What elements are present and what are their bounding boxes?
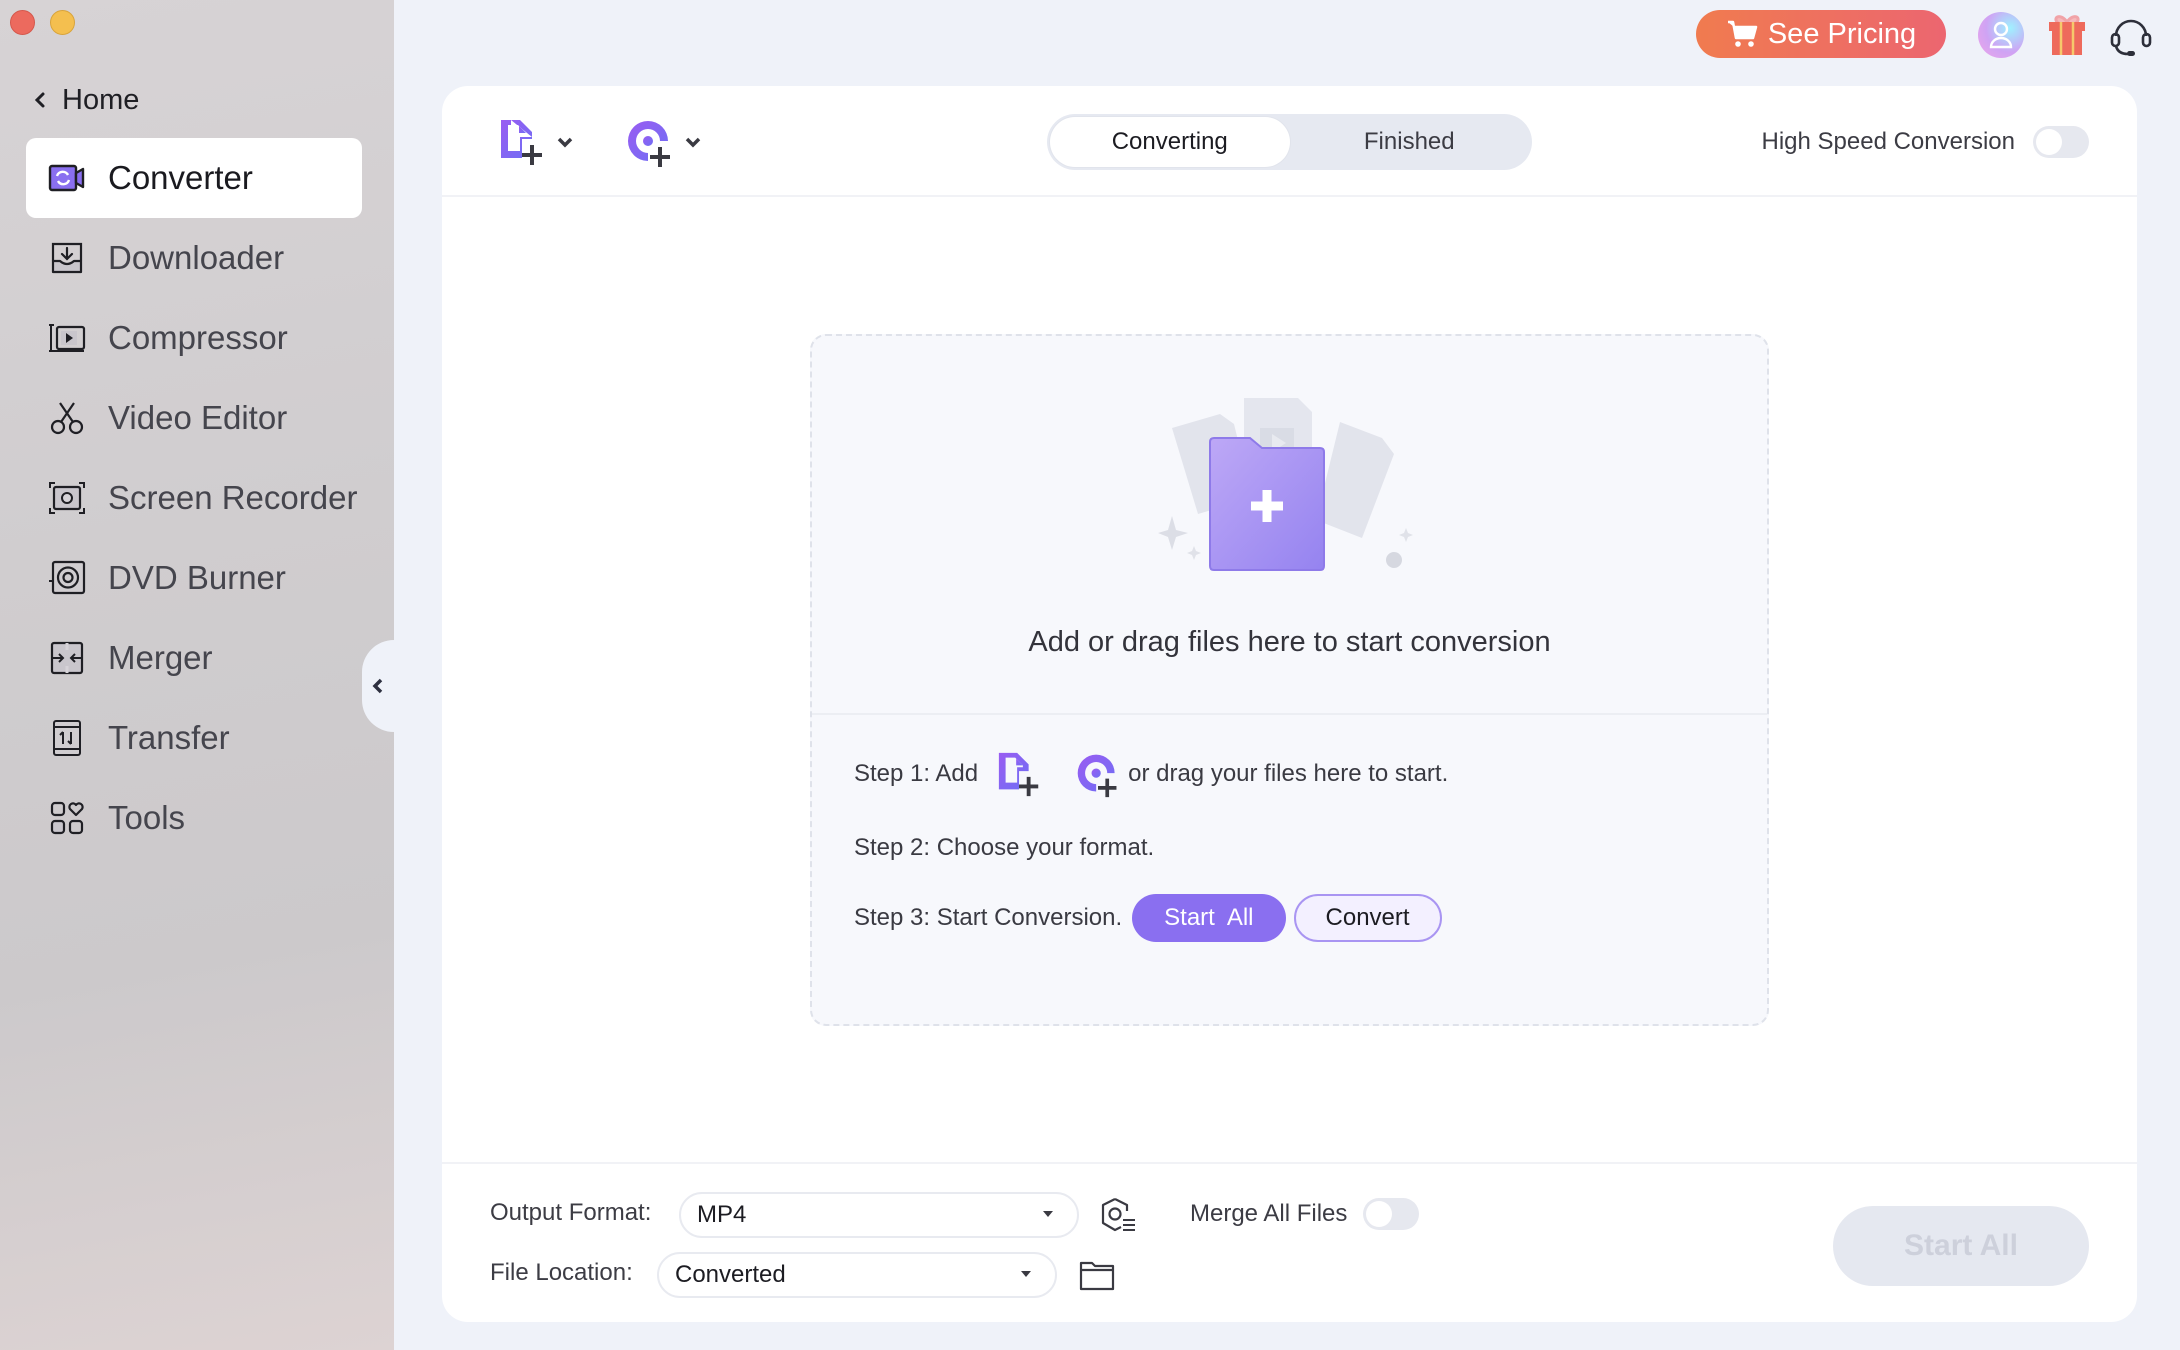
- sparkle-large-icon: [1158, 516, 1188, 550]
- add-disc-icon[interactable]: [1074, 750, 1122, 798]
- user-icon: [1989, 21, 2013, 49]
- start-all-button[interactable]: Start All: [1833, 1206, 2089, 1286]
- add-file-button[interactable]: [498, 114, 574, 170]
- tab-converting[interactable]: Converting: [1050, 117, 1290, 167]
- sidebar: Home Converter Downloader Compressor Vid…: [0, 0, 394, 1350]
- step-2-text: Step 2: Choose your format.: [854, 834, 1155, 861]
- sidebar-item-label: Compressor: [108, 319, 288, 356]
- step-1-prefix: Step 1: Add: [854, 760, 979, 787]
- window-close-button[interactable]: [10, 10, 35, 35]
- sidebar-item-label: Converter: [108, 159, 253, 196]
- step-2: Step 2: Choose your format.: [854, 820, 1448, 876]
- merge-toggle[interactable]: [1363, 1198, 1420, 1230]
- home-label: Home: [62, 83, 140, 116]
- high-speed-toggle[interactable]: [2033, 126, 2089, 158]
- sidebar-item-video-editor[interactable]: Video Editor: [26, 378, 362, 458]
- see-pricing-label: See Pricing: [1767, 17, 1917, 50]
- add-file-icon: [501, 120, 542, 165]
- gift-icon[interactable]: [2044, 12, 2090, 58]
- high-speed-conversion: High Speed Conversion: [1761, 126, 2089, 158]
- sidebar-item-dvd-burner[interactable]: DVD Burner: [26, 538, 362, 618]
- chevron-left-icon: [372, 678, 383, 694]
- file-location-select[interactable]: Converted: [657, 1252, 1057, 1298]
- sidebar-item-transfer[interactable]: Transfer: [26, 698, 362, 778]
- screen-recorder-icon: [49, 482, 85, 514]
- divider: [812, 713, 1767, 715]
- transfer-icon: [53, 720, 81, 756]
- sidebar-item-label: Downloader: [108, 239, 285, 276]
- chevron-down-icon: [1021, 1271, 1031, 1277]
- file-location-label: File Location:: [490, 1259, 633, 1286]
- compressor-icon: [49, 324, 86, 352]
- sidebar-item-screen-recorder[interactable]: Screen Recorder: [26, 458, 362, 538]
- sidebar-item-label: Merger: [108, 639, 213, 676]
- downloader-icon: [51, 242, 83, 274]
- chevron-down-icon: [1043, 1211, 1053, 1217]
- folder-icon: [1209, 437, 1325, 571]
- folder-open-icon[interactable]: [1078, 1256, 1116, 1294]
- sidebar-item-label: Screen Recorder: [108, 479, 358, 516]
- high-speed-label: High Speed Conversion: [1761, 128, 2016, 155]
- sidebar-item-label: Transfer: [108, 719, 230, 756]
- converter-panel: Converting Finished High Speed Conversio…: [442, 86, 2137, 1322]
- add-disc-icon: [628, 121, 670, 167]
- window-minimize-button[interactable]: [50, 10, 75, 35]
- convert-inline-button[interactable]: Convert: [1293, 894, 1442, 942]
- bottom-bar: Output Format: MP4 Merge All Files File …: [442, 1162, 2137, 1322]
- output-format-label: Output Format:: [490, 1199, 652, 1226]
- avatar[interactable]: [1978, 12, 2024, 58]
- chevron-down-icon[interactable]: [556, 136, 574, 148]
- sidebar-item-label: Tools: [108, 799, 186, 836]
- sidebar-item-merger[interactable]: Merger: [26, 618, 362, 698]
- chevron-down-icon[interactable]: [684, 136, 702, 148]
- music-file-right-icon: [1316, 422, 1394, 538]
- merger-icon: [50, 641, 84, 675]
- file-location-value: Converted: [675, 1261, 786, 1288]
- chevron-left-icon: [34, 92, 45, 108]
- step-1-suffix: or drag your files here to start.: [1128, 760, 1449, 787]
- instructions: Step 1: Add or drag your files here to s…: [854, 746, 1448, 946]
- add-disc-button[interactable]: [624, 114, 702, 170]
- dvd-icon: [49, 560, 86, 595]
- headset-icon[interactable]: [2108, 12, 2154, 58]
- toolbar: Converting Finished High Speed Conversio…: [442, 86, 2137, 197]
- sidebar-item-downloader[interactable]: Downloader: [26, 218, 362, 298]
- collapse-sidebar-button[interactable]: [362, 640, 394, 732]
- tab-finished[interactable]: Finished: [1290, 117, 1530, 167]
- sparkle-small-icon: [1187, 546, 1201, 560]
- format-settings-icon[interactable]: [1099, 1196, 1137, 1234]
- drop-message: Add or drag files here to start conversi…: [1028, 626, 1551, 658]
- step-3-text: Step 3: Start Conversion.: [854, 904, 1123, 931]
- cart-icon: [1727, 20, 1758, 47]
- sidebar-item-label: DVD Burner: [108, 559, 286, 596]
- sidebar-item-converter[interactable]: Converter: [26, 138, 362, 218]
- sidebar-item-label: Video Editor: [108, 399, 288, 436]
- converter-icon: [48, 164, 85, 192]
- sidebar-nav: Converter Downloader Compressor Video Ed…: [26, 138, 362, 858]
- dot-decoration: [1386, 552, 1402, 568]
- step-1: Step 1: Add or drag your files here to s…: [854, 746, 1448, 802]
- step-3: Step 3: Start Conversion. Start All Conv…: [854, 890, 1448, 946]
- sidebar-item-compressor[interactable]: Compressor: [26, 298, 362, 378]
- file-drop-zone[interactable]: Add or drag files here to start conversi…: [810, 334, 1769, 1026]
- start-all-inline-button[interactable]: Start All: [1132, 894, 1286, 942]
- scissors-icon: [50, 402, 84, 435]
- sparkle-tiny-icon: [1399, 528, 1413, 542]
- see-pricing-button[interactable]: See Pricing: [1696, 10, 1946, 58]
- merge-label: Merge All Files: [1190, 1200, 1348, 1227]
- add-file-icon[interactable]: [996, 750, 1044, 798]
- output-format-select[interactable]: MP4: [679, 1192, 1079, 1238]
- home-link[interactable]: Home: [34, 80, 139, 120]
- tools-icon: [50, 801, 84, 835]
- add-folder-illustration: [1158, 398, 1413, 571]
- sidebar-item-tools[interactable]: Tools: [26, 778, 362, 858]
- merge-all-files: Merge All Files: [1190, 1198, 1420, 1230]
- output-format-value: MP4: [697, 1201, 747, 1228]
- status-tabs: Converting Finished: [1047, 114, 1532, 170]
